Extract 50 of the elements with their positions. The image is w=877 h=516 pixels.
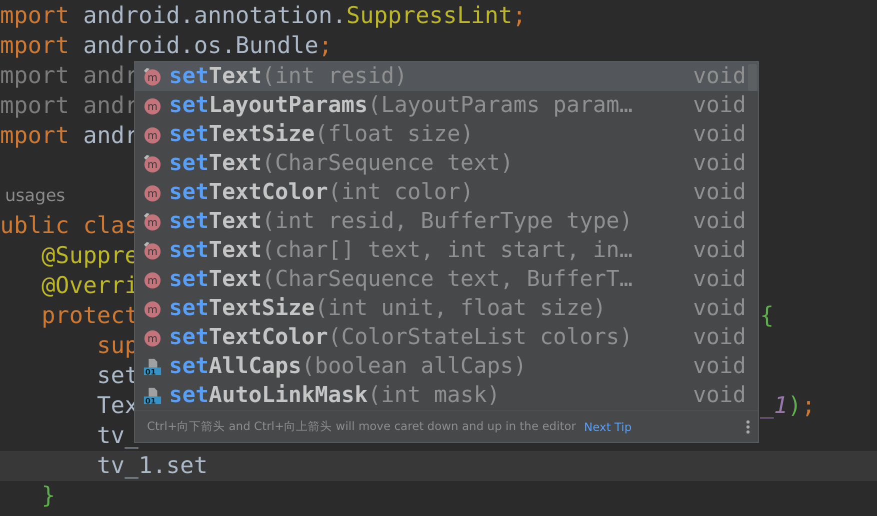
method-icon: m	[143, 67, 162, 86]
method-icon: m	[143, 154, 162, 173]
next-tip-link[interactable]: Next Tip	[584, 420, 632, 434]
method-signature: setTextSize(int unit, float size)	[169, 295, 608, 322]
method-signature: setText(int resid, BufferType type)	[169, 208, 634, 235]
usage-hint: usages	[5, 186, 66, 206]
code-line: mport android.annotation.SuppressLint;	[0, 3, 526, 29]
method-icon: m	[143, 241, 162, 260]
return-type: void	[693, 92, 746, 119]
method-signature: setLayoutParams(LayoutParams param…	[169, 92, 634, 119]
method-icon: m	[143, 125, 162, 144]
return-type: void	[693, 237, 746, 264]
return-type: void	[693, 295, 746, 322]
method-icon: m	[143, 270, 162, 289]
more-options-icon[interactable]	[746, 420, 750, 434]
code-line: tv_	[96, 423, 138, 449]
method-signature: setTextColor(ColorStateList colors)	[169, 324, 634, 351]
return-type: void	[693, 150, 746, 177]
method-signature: setText(char[] text, int start, in…	[169, 237, 634, 264]
completion-item[interactable]: m setText(CharSequence text) void	[135, 149, 758, 178]
method-signature: setText(int resid)	[169, 63, 408, 90]
return-type: void	[693, 324, 746, 351]
code-fragment: _1);	[760, 393, 816, 419]
return-type: void	[693, 179, 746, 206]
method-signature: setAllCaps(boolean allCaps)	[169, 353, 528, 380]
method-icon: m	[143, 183, 162, 202]
tip-text: Ctrl+向下箭头 and Ctrl+向上箭头 will move caret down and up in the editor	[147, 419, 576, 434]
return-type: void	[693, 208, 746, 235]
scrollbar-thumb[interactable]	[748, 64, 757, 91]
method-signature: setText(CharSequence text, BufferT…	[169, 266, 634, 293]
code-fragment: {	[760, 303, 774, 329]
method-icon: m	[143, 212, 162, 231]
return-type: void	[693, 63, 746, 90]
method-icon: m	[143, 299, 162, 318]
method-icon: m	[143, 96, 162, 115]
return-type: void	[693, 353, 746, 380]
method-signature: setAutoLinkMask(int mask)	[169, 382, 502, 409]
code-line: }	[40, 483, 56, 509]
completion-item[interactable]: m setText(int resid, BufferType type) void	[135, 207, 758, 236]
return-type: void	[693, 382, 746, 409]
method-signature: setTextColor(int color)	[169, 179, 475, 206]
completion-item[interactable]: m setText(int resid) void	[135, 62, 758, 91]
return-type: void	[693, 266, 746, 293]
method-signature: setText(CharSequence text)	[169, 150, 514, 177]
code-line: tv_1.set	[96, 453, 208, 479]
method-icon: m	[143, 328, 162, 347]
completion-item[interactable]: m setTextColor(int color) void	[135, 178, 758, 207]
return-type: void	[693, 121, 746, 148]
method-signature: setTextSize(float size)	[169, 121, 475, 148]
code-line: mport android.os.Bundle;	[0, 33, 332, 59]
